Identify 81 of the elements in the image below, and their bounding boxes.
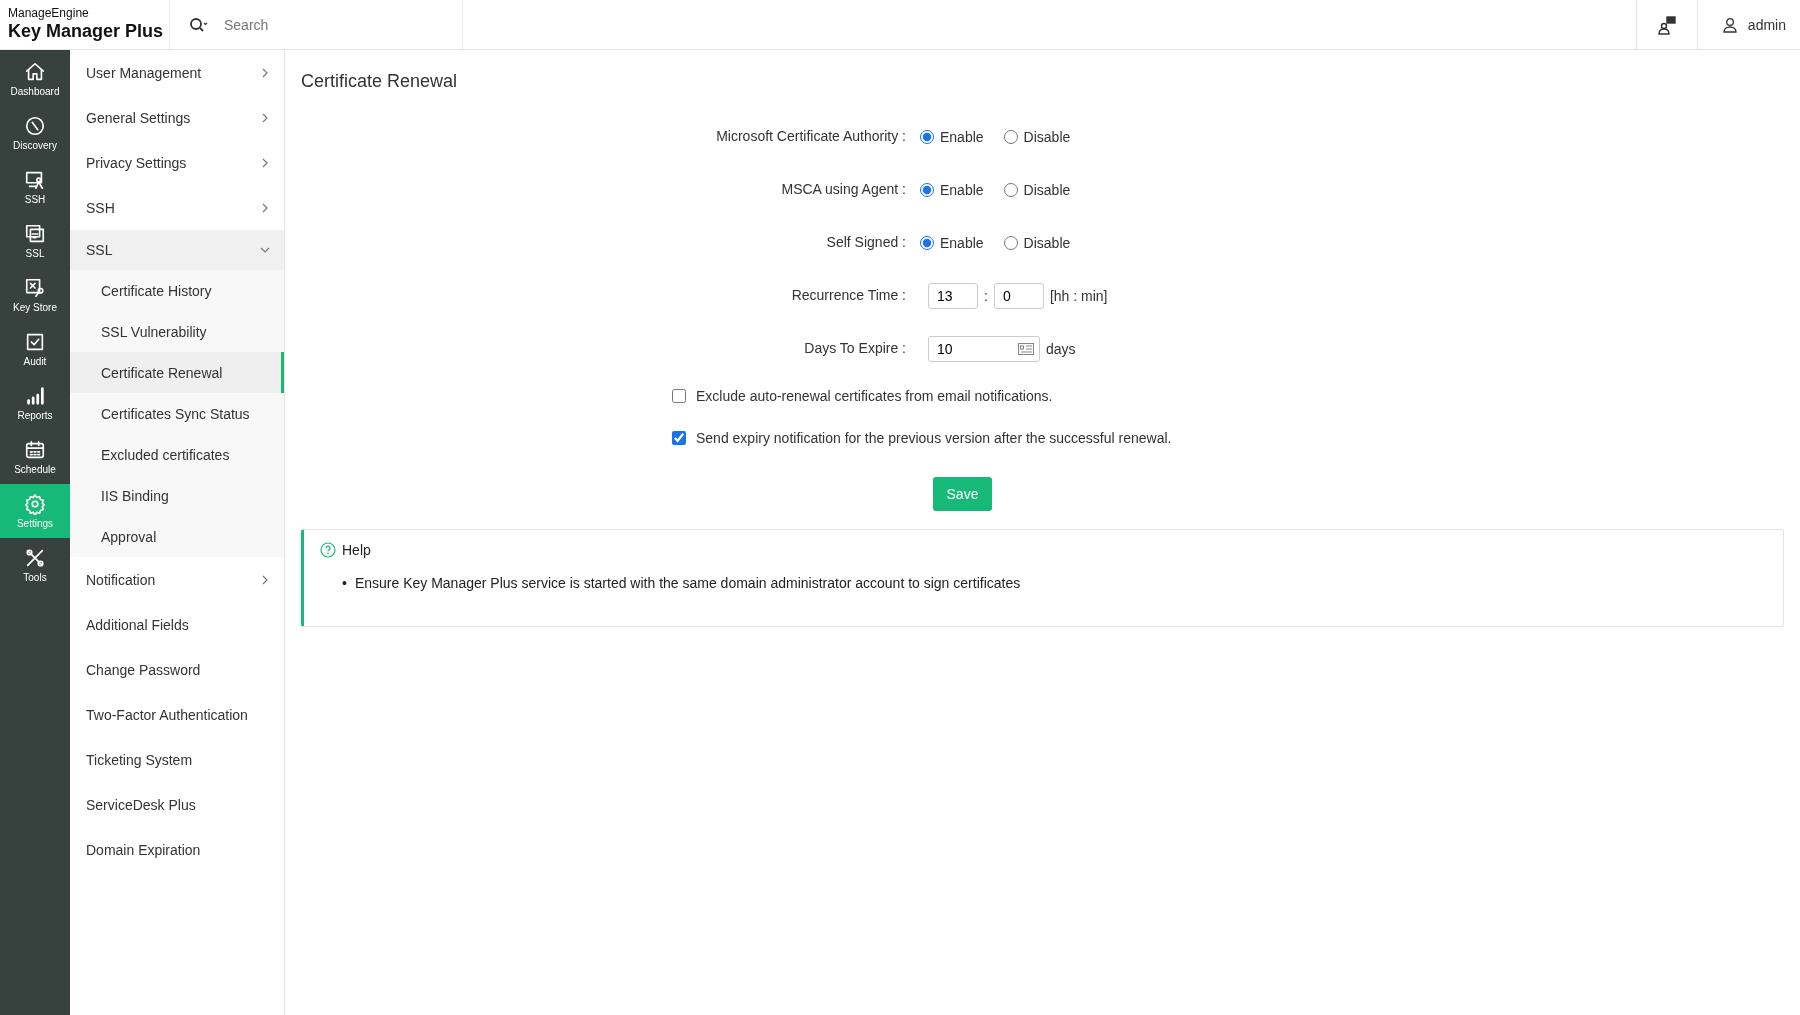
minutes-field[interactable]: 0 [993, 283, 1044, 309]
sidebar-subitem[interactable]: Certificate Renewal [70, 352, 284, 393]
checkbox[interactable] [672, 389, 686, 403]
nav-item[interactable]: SSH [0, 160, 70, 214]
sidebar-item[interactable]: Additional Fields [70, 602, 284, 647]
page-title: Certificate Renewal [301, 71, 459, 92]
bar-chart-icon [24, 385, 46, 407]
checkbox[interactable] [672, 431, 686, 445]
sidebar-item[interactable]: Notification [70, 557, 284, 602]
sidebar-item[interactable]: SSL [70, 230, 284, 270]
radio-label: Disable [1023, 235, 1071, 251]
radio-button[interactable] [1003, 236, 1018, 250]
nav-item[interactable]: Dashboard [0, 52, 70, 106]
user-icon [1721, 16, 1738, 33]
nav-item[interactable]: Schedule [0, 430, 70, 484]
help-icon [320, 542, 336, 558]
chevron-icon [260, 574, 270, 585]
nav-item[interactable]: Discovery [0, 106, 70, 160]
sidebar-subitem[interactable]: IIS Binding [70, 475, 284, 516]
hours-field[interactable]: 13 [928, 283, 978, 309]
certificate-window-icon [24, 223, 46, 245]
field-label: Self Signed : [825, 233, 906, 250]
radio-button[interactable] [920, 130, 934, 144]
bullet: • [342, 574, 347, 592]
field-label: Recurrence Time : [790, 286, 906, 303]
time-separator: : [984, 288, 988, 304]
sidebar-subitem[interactable]: Excluded certificates [70, 434, 284, 475]
chevron-icon [260, 245, 270, 255]
days-unit: days [1046, 341, 1076, 357]
calendar-icon [24, 439, 46, 461]
nav-item[interactable]: Audit [0, 322, 70, 376]
nav-item[interactable]: Key Store [0, 268, 70, 322]
chat-user-icon[interactable] [1656, 14, 1677, 35]
help-title: Help [342, 542, 371, 558]
sidebar-subitem[interactable]: Approval [70, 516, 284, 557]
days-field[interactable]: 10 [928, 336, 1040, 362]
radio-button[interactable] [920, 183, 934, 197]
radio-button[interactable] [1003, 183, 1018, 197]
sidebar-item[interactable]: Domain Expiration [70, 827, 284, 872]
chevron-icon [260, 112, 270, 123]
settings-icon [24, 493, 46, 515]
sidebar-item[interactable]: SSH [70, 185, 284, 230]
list-icon [1018, 343, 1034, 355]
tools-icon [24, 547, 46, 569]
brand-name: ManageEngine [8, 6, 90, 20]
field-label: Microsoft Certificate Authority : [715, 127, 906, 144]
sidebar-subitem[interactable]: Certificate History [70, 270, 284, 311]
radio-button[interactable] [1003, 130, 1018, 144]
nav-item[interactable]: Tools [0, 538, 70, 592]
checkbox-label: Send expiry notification for the previous version after the successful renewal. [696, 430, 1172, 446]
radio-button[interactable] [920, 236, 934, 250]
sidebar-subitem[interactable]: SSL Vulnerability [70, 311, 284, 352]
sidebar-subitem[interactable]: Certificates Sync Status [70, 393, 284, 434]
sidebar-item[interactable]: Two-Factor Authentication [70, 692, 284, 737]
sidebar-item[interactable]: Privacy Settings [70, 140, 284, 185]
field-label: Days To Expire : [803, 339, 906, 356]
radio-label: Disable [1023, 129, 1071, 145]
radio-label: Enable [940, 129, 984, 145]
checkbox-icon [24, 331, 46, 353]
nav-item[interactable]: SSL [0, 214, 70, 268]
chevron-icon [260, 202, 270, 213]
radio-label: Enable [940, 235, 984, 251]
monitor-icon [24, 169, 46, 191]
certificate-key-icon [24, 277, 46, 299]
time-unit: [hh : min] [1049, 288, 1108, 304]
sidebar-item[interactable]: Change Password [70, 647, 284, 692]
help-text: Ensure Key Manager Plus service is started with the same domain administrator account to sign certificates [354, 574, 1021, 592]
user-menu[interactable]: admin [1696, 0, 1800, 49]
chevron-icon [260, 67, 270, 78]
radio-label: Enable [940, 182, 984, 198]
checkbox-label: Exclude auto-renewal certificates from email notifications. [696, 388, 1053, 404]
sidebar-item[interactable]: User Management [70, 50, 284, 95]
product-name: Key Manager Plus [8, 21, 165, 42]
sidebar-item[interactable]: Ticketing System [70, 737, 284, 782]
chevron-icon [260, 157, 270, 168]
field-label: MSCA using Agent : [780, 180, 906, 197]
radio-label: Disable [1023, 182, 1071, 198]
sidebar-item[interactable]: ServiceDesk Plus [70, 782, 284, 827]
sidebar-item[interactable]: General Settings [70, 95, 284, 140]
home-icon [24, 61, 46, 83]
nav-item[interactable]: Reports [0, 376, 70, 430]
